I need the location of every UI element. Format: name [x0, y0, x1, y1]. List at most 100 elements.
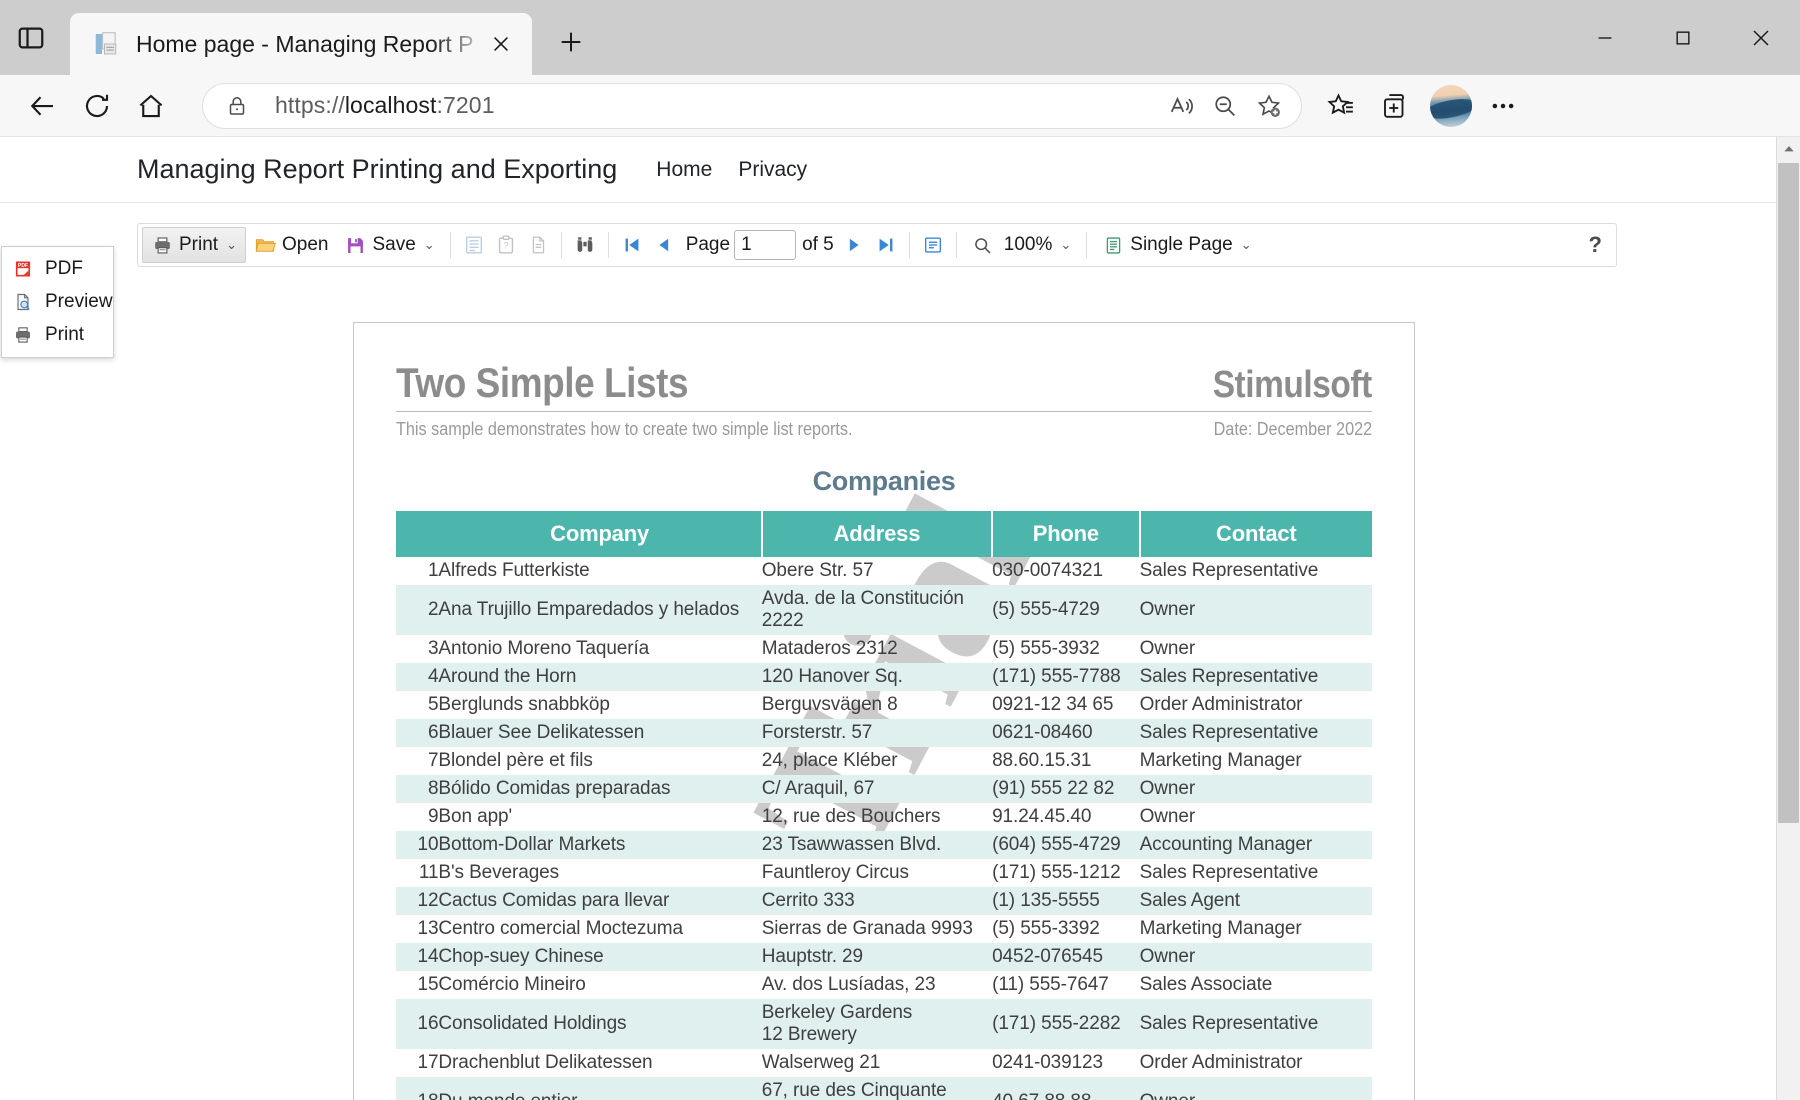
save-button[interactable]: Save ⌄ — [336, 227, 442, 263]
new-tab-button[interactable] — [548, 21, 594, 67]
svg-text:?: ? — [503, 241, 508, 251]
row-index: 12 — [396, 887, 438, 915]
open-button-label: Open — [282, 234, 328, 256]
table-row: 14Chop-suey ChineseHauptstr. 290452-0765… — [396, 943, 1372, 971]
home-icon[interactable] — [126, 81, 176, 131]
reload-icon[interactable] — [72, 81, 122, 131]
menu-item-pdf-label: PDF — [45, 258, 83, 280]
open-folder-icon — [254, 234, 276, 256]
more-options-icon[interactable] — [1478, 81, 1528, 131]
table-row: 7Blondel père et fils24, place Kléber88.… — [396, 747, 1372, 775]
report-section-title: Companies — [396, 466, 1372, 497]
menu-item-print[interactable]: Print — [2, 318, 113, 351]
row-index: 18 — [396, 1077, 438, 1100]
first-page-icon[interactable] — [616, 228, 648, 262]
row-company: Blauer See Delikatessen — [438, 719, 761, 747]
row-phone: (1) 135-5555 — [992, 887, 1140, 915]
row-index: 2 — [396, 585, 438, 635]
favorites-list-icon[interactable] — [1316, 81, 1366, 131]
nav-link-home[interactable]: Home — [656, 158, 712, 182]
row-company: Berglunds snabbköp — [438, 691, 761, 719]
table-header-contact: Contact — [1140, 511, 1372, 557]
tab-title: Home page - Managing Report P — [136, 31, 484, 58]
row-phone: (171) 555-1212 — [992, 859, 1140, 887]
resources-panel-icon[interactable] — [522, 228, 554, 262]
row-contact: Owner — [1140, 1077, 1372, 1100]
report-header: Two Simple Lists Stimulsoft — [396, 359, 1372, 412]
report-brand: Stimulsoft — [1213, 364, 1372, 407]
zoom-button[interactable]: 100% ⌄ — [964, 227, 1080, 263]
page-scrollbar[interactable] — [1776, 137, 1800, 1100]
page-label: Page — [686, 234, 730, 256]
row-company: Ana Trujillo Emparedados y helados — [438, 585, 761, 635]
table-row: 6Blauer See DelikatessenForsterstr. 5706… — [396, 719, 1372, 747]
floppy-save-icon — [344, 234, 366, 256]
previous-page-icon[interactable] — [648, 228, 680, 262]
row-address: Mataderos 2312 — [762, 635, 992, 663]
close-icon[interactable] — [484, 27, 518, 61]
row-phone: 0452-076545 — [992, 943, 1140, 971]
full-screen-icon[interactable] — [917, 228, 949, 262]
row-company: Du monde entier — [438, 1077, 761, 1100]
chevron-down-icon: ⌄ — [424, 237, 435, 253]
site-brand[interactable]: Managing Report Printing and Exporting — [137, 154, 617, 185]
chevron-down-icon: ⌄ — [1060, 237, 1071, 253]
report-scroll-area[interactable]: Trial Two Simple Lists Stimulsoft This s… — [0, 322, 1776, 1100]
row-index: 3 — [396, 635, 438, 663]
bookmarks-panel-icon[interactable] — [458, 228, 490, 262]
report-document-icon — [92, 29, 122, 59]
table-row: 2Ana Trujillo Emparedados y heladosAvda.… — [396, 585, 1372, 635]
window-close-icon[interactable] — [1722, 0, 1800, 75]
minimize-icon[interactable] — [1566, 0, 1644, 75]
read-aloud-icon[interactable] — [1159, 84, 1203, 128]
maximize-icon[interactable] — [1644, 0, 1722, 75]
row-phone: 0921-12 34 65 — [992, 691, 1140, 719]
row-contact: Accounting Manager — [1140, 831, 1372, 859]
page-number-input[interactable] — [734, 230, 796, 260]
find-binoculars-icon[interactable] — [569, 228, 601, 262]
report-date: Date: December 2022 — [1214, 419, 1372, 440]
menu-item-preview[interactable]: Preview — [2, 285, 113, 318]
next-page-icon[interactable] — [838, 228, 870, 262]
report-subheader: This sample demonstrates how to create t… — [396, 412, 1372, 440]
row-address: Avda. de la Constitución 2222 — [762, 585, 992, 635]
row-contact: Marketing Manager — [1140, 747, 1372, 775]
help-button[interactable]: ? — [1589, 232, 1602, 258]
row-index: 17 — [396, 1049, 438, 1077]
zoom-out-icon[interactable] — [1203, 84, 1247, 128]
scroll-up-arrow-icon[interactable] — [1777, 137, 1800, 161]
print-button[interactable]: Print ⌄ — [142, 227, 246, 263]
profile-avatar-icon[interactable] — [1430, 85, 1472, 127]
table-row: 9Bon app'12, rue des Bouchers91.24.45.40… — [396, 803, 1372, 831]
table-row: 11B's BeveragesFauntleroy Circus(171) 55… — [396, 859, 1372, 887]
site-navbar: Managing Report Printing and Exporting H… — [0, 137, 1800, 203]
row-company: Around the Horn — [438, 663, 761, 691]
nav-link-privacy[interactable]: Privacy — [738, 158, 807, 182]
printer-icon — [151, 234, 173, 256]
tab-actions-icon[interactable] — [0, 0, 62, 75]
view-mode-button[interactable]: Single Page ⌄ — [1094, 227, 1259, 263]
back-arrow-icon[interactable] — [18, 81, 68, 131]
table-row: 4Around the Horn120 Hanover Sq.(171) 555… — [396, 663, 1372, 691]
companies-table: Company Address Phone Contact 1Alfreds F… — [396, 511, 1372, 1100]
table-header-index — [396, 511, 438, 557]
row-address: C/ Araquil, 67 — [762, 775, 992, 803]
address-bar[interactable]: https://localhost:7201 — [202, 83, 1302, 129]
printer-icon — [12, 324, 34, 346]
table-header-phone: Phone — [992, 511, 1140, 557]
row-index: 4 — [396, 663, 438, 691]
browser-tab[interactable]: Home page - Managing Report P — [70, 13, 532, 75]
row-phone: (171) 555-2282 — [992, 999, 1140, 1049]
open-button[interactable]: Open — [246, 227, 336, 263]
add-favorite-icon[interactable] — [1247, 84, 1291, 128]
menu-item-pdf[interactable]: PDF PDF — [2, 252, 113, 285]
collections-icon[interactable] — [1370, 81, 1420, 131]
scrollbar-thumb[interactable] — [1778, 163, 1799, 823]
row-contact: Owner — [1140, 803, 1372, 831]
row-index: 11 — [396, 859, 438, 887]
parameters-panel-icon[interactable]: ? — [490, 228, 522, 262]
toolbar-divider — [450, 232, 451, 258]
row-index: 10 — [396, 831, 438, 859]
svg-text:PDF: PDF — [18, 262, 28, 268]
last-page-icon[interactable] — [870, 228, 902, 262]
